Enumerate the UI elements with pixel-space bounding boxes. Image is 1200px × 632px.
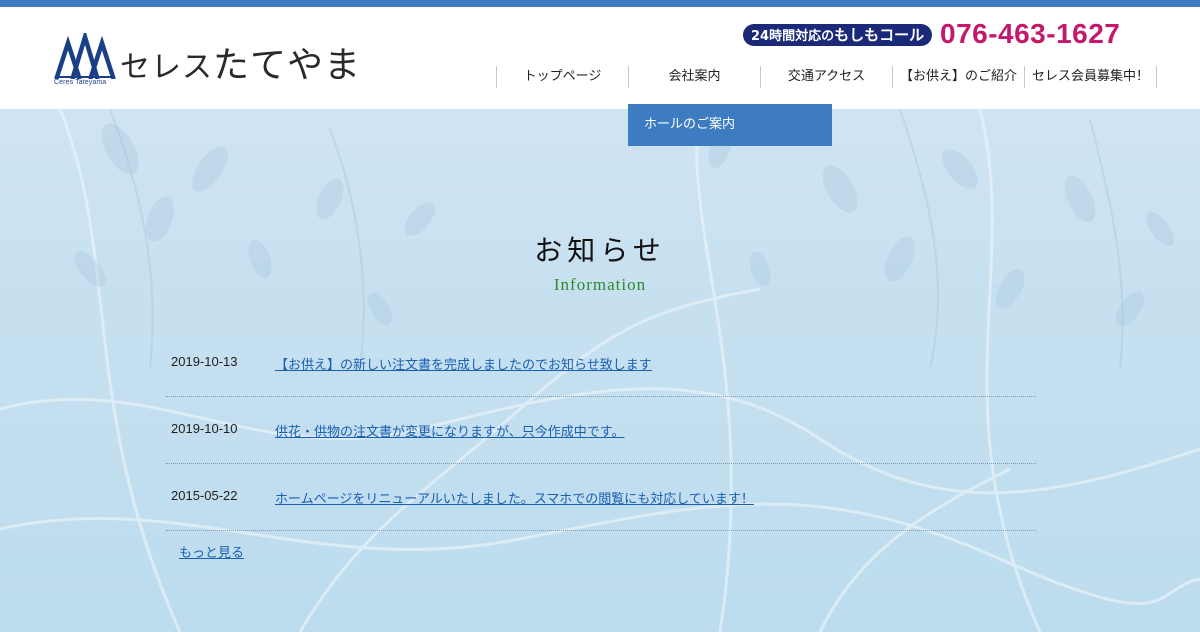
news-list: 2019-10-13 【お供え】の新しい注文書を完成しましたのでお知らせ致します… (166, 330, 1036, 531)
logo-wordmark-ceres: セレス (120, 50, 213, 85)
news-title-link[interactable]: 【お供え】の新しい注文書を完成しましたのでお知らせ致します (275, 354, 652, 373)
nav-item-top[interactable]: トップページ (496, 66, 628, 88)
top-accent-strip (0, 0, 1200, 7)
news-date: 2019-10-10 (171, 421, 238, 436)
phone-number[interactable]: 076-463-1627 (940, 18, 1120, 50)
logo-wordmark-tateyama: たてやま (213, 45, 362, 86)
call-badge-small-text: 24時間対応の (751, 29, 835, 44)
page-title: お知らせ (534, 234, 666, 267)
call-badge-big-text: もしもコール (834, 26, 925, 44)
site-logo[interactable]: Ceres Tateyama セレスたてやま (54, 33, 384, 95)
emergency-call-badge: 24時間対応のもしもコール (743, 24, 933, 46)
news-title-link[interactable]: 供花・供物の注文書が変更になりますが、只今作成中です。 (275, 421, 624, 440)
more-news-link[interactable]: もっと見る (179, 542, 244, 561)
logo-wordmark: セレスたてやま (120, 36, 361, 88)
dropdown-item-hall-guide[interactable]: ホールのご案内 (628, 104, 832, 146)
news-item: 2019-10-13 【お供え】の新しい注文書を完成しましたのでお知らせ致します (166, 330, 1036, 397)
tateyama-mountain-logo-icon (54, 33, 116, 79)
nav-item-company[interactable]: 会社案内 (628, 66, 760, 88)
nav-item-offerings[interactable]: 【お供え】のご紹介 (892, 66, 1024, 88)
news-date: 2019-10-13 (171, 354, 238, 369)
site-header: Ceres Tateyama セレスたてやま 24時間対応のもしもコール 076… (0, 7, 1200, 109)
content-background: お知らせ Information 2019-10-13 【お供え】の新しい注文書… (0, 109, 1200, 632)
nav-item-membership[interactable]: セレス会員募集中！ (1024, 66, 1157, 88)
news-item: 2019-10-10 供花・供物の注文書が変更になりますが、只今作成中です。 (166, 397, 1036, 464)
nav-item-access[interactable]: 交通アクセス (760, 66, 892, 88)
news-title-link[interactable]: ホームページをリニューアルいたしました。スマホでの閲覧にも対応しています！ (275, 488, 754, 507)
logo-subtitle: Ceres Tateyama (54, 79, 107, 86)
news-date: 2015-05-22 (171, 488, 238, 503)
page-subtitle: Information (553, 275, 647, 294)
news-item: 2015-05-22 ホームページをリニューアルいたしました。スマホでの閲覧にも… (166, 464, 1036, 531)
